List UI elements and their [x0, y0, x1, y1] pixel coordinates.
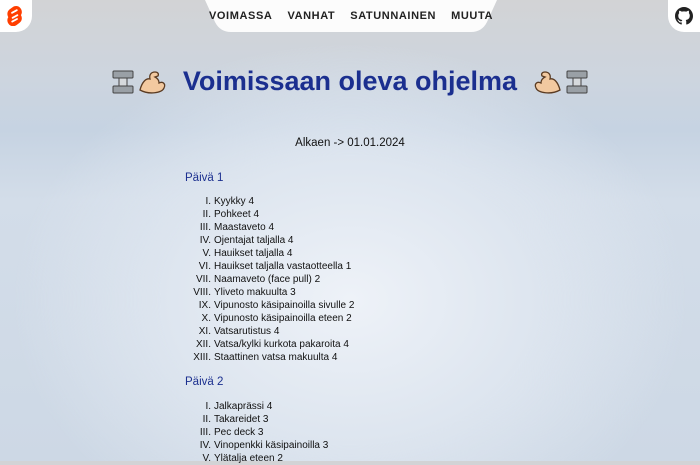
home-button[interactable]: [0, 0, 32, 32]
exercise-list: I. Kyykky 4 II. Pohkeet 4 III. Maastaveto 4…: [185, 195, 354, 364]
exercise-item: III. Maastaveto 4: [185, 221, 354, 234]
title-row: Voimissaan oleva ohjelma: [0, 66, 700, 97]
title-decor-left: [111, 68, 167, 96]
exercise-item: I. Kyykky 4: [185, 195, 354, 208]
start-date: Alkaen -> 01.01.2024: [295, 137, 405, 149]
exercise-text: Ylätalja eteen 2: [214, 453, 283, 464]
exercise-item: II. Takareidet 3: [185, 413, 328, 426]
exercise-text: Pec deck 3: [214, 427, 264, 438]
exercise-text: Vipunosto käsipainoilla eteen 2: [214, 313, 352, 324]
exercise-text: Pohkeet 4: [214, 209, 260, 220]
exercise-number: IV.: [199, 235, 211, 246]
exercise-item: III. Pec deck 3: [185, 426, 328, 439]
exercise-item: IX. Vipunosto käsipainoilla sivulle 2: [185, 299, 355, 312]
title-decor-right: [533, 68, 589, 96]
exercise-list: I. Jalkaprässi 4 II. Takareidet 3 III. Pec …: [185, 400, 329, 465]
exercise-number: I.: [205, 196, 211, 207]
github-icon: [675, 7, 693, 25]
exercise-number: V.: [202, 248, 211, 259]
dumbbell-icon: [112, 70, 134, 93]
nav-item-satunnainen[interactable]: SATUNNAINEN: [350, 10, 436, 22]
exercise-number: IX.: [198, 300, 211, 311]
svelte-logo-icon: [7, 6, 22, 26]
exercise-number: III.: [199, 222, 211, 233]
exercise-text: Jalkaprässi 4: [214, 401, 273, 412]
exercise-number: V.: [202, 453, 211, 464]
exercise-text: Yliveto makuulta 3: [214, 287, 296, 298]
exercise-text: Kyykky 4: [214, 196, 255, 207]
exercise-item: X. Vipunosto käsipainoilla eteen 2: [185, 312, 354, 325]
exercise-item: VIII. Yliveto makuulta 3: [185, 286, 354, 299]
exercise-item: I. Jalkaprässi 4: [185, 400, 328, 413]
exercise-number: XIII.: [193, 352, 211, 363]
exercise-number: I.: [205, 401, 211, 412]
page-title: Voimissaan oleva ohjelma: [182, 66, 518, 96]
exercise-number: III.: [199, 427, 211, 438]
exercise-text: Staattinen vatsa makuulta 4: [214, 352, 338, 363]
flexed-biceps-icon: [139, 70, 166, 94]
exercise-number: VI.: [198, 261, 211, 272]
exercise-item: V. Ylätalja eteen 2: [185, 452, 328, 465]
exercise-text: Takareidet 3: [214, 414, 269, 425]
top-navigation: VOIMASSA VANHAT SATUNNAINEN MUUTA: [205, 0, 497, 32]
exercise-number: XI.: [198, 326, 211, 337]
exercise-text: Vinopenkki käsipainoilla 3: [214, 440, 329, 451]
exercise-item: II. Pohkeet 4: [185, 208, 354, 221]
exercise-text: Hauikset taljalla vastaotteella 1: [214, 261, 352, 272]
exercise-item: XII. Vatsa/kylki kurkota pakaroita 4: [185, 338, 354, 351]
nav-item-muuta[interactable]: MUUTA: [451, 10, 493, 22]
exercise-number: II.: [202, 209, 211, 220]
exercise-item: XIII. Staattinen vatsa makuulta 4: [185, 351, 354, 364]
nav-item-vanhat[interactable]: VANHAT: [287, 10, 335, 22]
nav-item-voimassa[interactable]: VOIMASSA: [209, 10, 272, 22]
exercise-text: Vatsarutistus 4: [214, 326, 280, 337]
exercise-item: VI. Hauikset taljalla vastaotteella 1: [185, 260, 354, 273]
dumbbell-icon: [566, 70, 588, 93]
exercise-item: XI. Vatsarutistus 4: [185, 325, 354, 338]
exercise-text: Ojentajat taljalla 4: [214, 235, 294, 246]
exercise-number: VIII.: [193, 287, 211, 298]
exercise-item: VII. Naamaveto (face pull) 2: [185, 273, 354, 286]
day-heading: Päivä 1: [185, 172, 224, 184]
exercise-text: Vatsa/kylki kurkota pakaroita 4: [214, 339, 349, 350]
exercise-number: X.: [201, 313, 211, 324]
exercise-item: IV. Vinopenkki käsipainoilla 3: [185, 439, 329, 452]
exercise-number: XII.: [195, 339, 211, 350]
day-heading: Päivä 2: [185, 376, 224, 388]
exercise-text: Naamaveto (face pull) 2: [214, 274, 321, 285]
exercise-text: Vipunosto käsipainoilla sivulle 2: [214, 300, 355, 311]
exercise-number: VII.: [195, 274, 211, 285]
exercise-text: Hauikset taljalla 4: [214, 248, 293, 259]
exercise-number: II.: [202, 414, 211, 425]
exercise-number: IV.: [199, 440, 211, 451]
exercise-item: V. Hauikset taljalla 4: [185, 247, 354, 260]
github-button[interactable]: [668, 0, 700, 32]
exercise-text: Maastaveto 4: [214, 222, 275, 233]
flexed-biceps-icon: [534, 70, 561, 94]
exercise-item: IV. Ojentajat taljalla 4: [185, 234, 354, 247]
